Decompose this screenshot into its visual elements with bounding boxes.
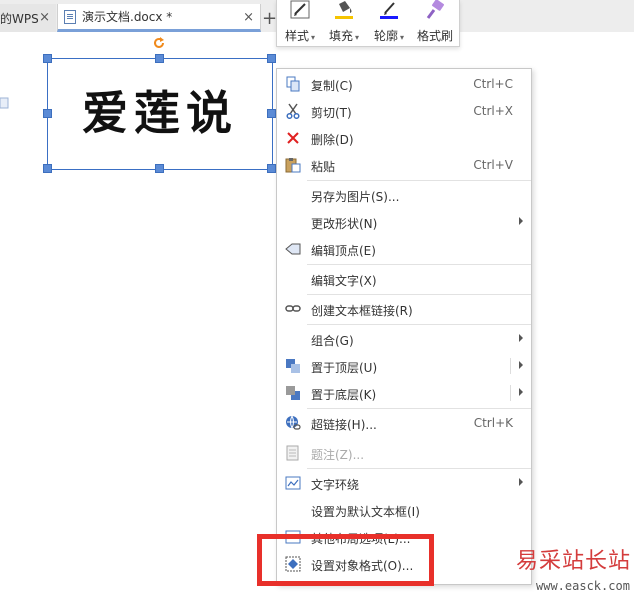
menu-item-send-to-back[interactable]: 置于底层(K) [277,380,531,406]
fill-button[interactable]: 填充 ▾ [323,0,365,46]
menu-item-delete[interactable]: 删除(D) [277,125,531,151]
menu-item-cut[interactable]: 剪切(T) Ctrl+X [277,98,531,124]
format-painter-brush-icon [426,0,444,19]
new-tab-button[interactable]: + [262,8,277,29]
menu-item-set-default-textbox[interactable]: 设置为默认文本框(I) [277,497,531,523]
fill-label: 填充 [328,29,353,43]
copy-icon [286,76,300,92]
tab-active-document[interactable]: 演示文档.docx * × [57,4,261,32]
menu-item-edit-text[interactable]: 编辑文字(X) [277,266,531,292]
fill-dropdown-icon: ▾ [355,33,360,42]
resize-handle-top-left[interactable] [43,54,52,63]
edit-points-icon [285,243,301,255]
submenu-arrow-icon [519,361,523,369]
menu-item-edit-points[interactable]: 编辑顶点(E) [277,236,531,262]
tab-active-close-icon[interactable]: × [243,10,254,25]
link-chain-icon [285,305,301,312]
scissors-icon [286,103,300,119]
resize-handle-bottom-left[interactable] [43,164,52,173]
menu-item-save-as-picture[interactable]: 另存为图片(S)... [277,182,531,208]
menu-separator [307,408,531,409]
menu-separator [307,180,531,181]
hyperlink-icon [286,415,301,430]
menu-item-bring-to-front[interactable]: 置于顶层(U) [277,353,531,379]
resize-handle-top-center[interactable] [155,54,164,63]
context-menu: 复制(C) Ctrl+C 剪切(T) Ctrl+X 删除(D) 粘贴 Ctrl+… [276,68,532,585]
style-button[interactable]: 样式 ▾ [279,0,321,46]
menu-item-copy[interactable]: 复制(C) Ctrl+C [277,71,531,97]
outline-button[interactable]: 轮廓 ▾ [367,0,411,46]
tab-active-label: 演示文档.docx * [82,10,173,24]
watermark-name: 易采站长站 [516,549,632,574]
delete-icon [287,132,299,144]
document-icon [64,9,76,24]
resize-handle-bottom-center[interactable] [155,164,164,173]
style-dropdown-icon: ▾ [311,33,316,42]
resize-handle-bottom-right[interactable] [267,164,276,173]
fill-bucket-icon [335,1,353,19]
outline-label: 轮廓 [373,29,398,43]
tab-previous-label: 的WPS [0,11,39,26]
highlight-box [257,534,434,586]
tab-previous-document[interactable]: 的WPS × [0,4,56,32]
style-label: 样式 [284,29,309,43]
watermark-url: www.easck.com [536,579,630,593]
style-pencil-icon [290,0,310,19]
watermark: 易采站长站 www.easck.com [516,543,634,600]
menu-item-hyperlink[interactable]: 超链接(H)... Ctrl+K [277,410,531,436]
resize-handle-middle-left[interactable] [43,109,52,118]
menu-item-change-shape[interactable]: 更改形状(N) [277,209,531,235]
word-art-text: 爱莲说 [82,86,238,140]
menu-separator [307,294,531,295]
menu-item-caption: 题注(Z)... [277,440,531,466]
mini-toolbar: 样式 ▾ 填充 ▾ 轮廓 ▾ 格式刷 [276,0,460,47]
caption-icon [286,445,299,461]
send-to-back-icon [286,386,300,400]
menu-item-paste[interactable]: 粘贴 Ctrl+V [277,152,531,178]
word-art-shape[interactable]: 爱莲说 [47,58,273,170]
page-edge-icon [0,97,9,109]
menu-separator [307,324,531,325]
menu-item-create-textbox-link[interactable]: 创建文本框链接(R) [277,296,531,322]
bring-to-front-icon [286,359,300,373]
resize-handle-top-right[interactable] [267,54,276,63]
resize-handle-middle-right[interactable] [267,109,276,118]
menu-item-text-wrap[interactable]: 文字环绕 [277,470,531,496]
outline-dropdown-icon: ▾ [400,33,405,42]
paste-icon [285,158,301,173]
rotate-handle-icon[interactable] [152,36,166,50]
submenu-arrow-icon [519,334,523,342]
menu-separator [307,264,531,265]
submenu-arrow-icon [519,217,523,225]
format-painter-button[interactable]: 格式刷 [413,0,457,46]
text-wrap-icon [285,476,301,490]
format-painter-label: 格式刷 [416,29,453,43]
menu-split-divider [510,358,511,374]
menu-split-divider [510,385,511,401]
submenu-arrow-icon [519,478,523,486]
submenu-arrow-icon [519,388,523,396]
outline-pen-icon [380,2,398,19]
tab-previous-close-icon[interactable]: × [39,10,50,25]
menu-item-group[interactable]: 组合(G) [277,326,531,352]
menu-separator [307,468,531,469]
